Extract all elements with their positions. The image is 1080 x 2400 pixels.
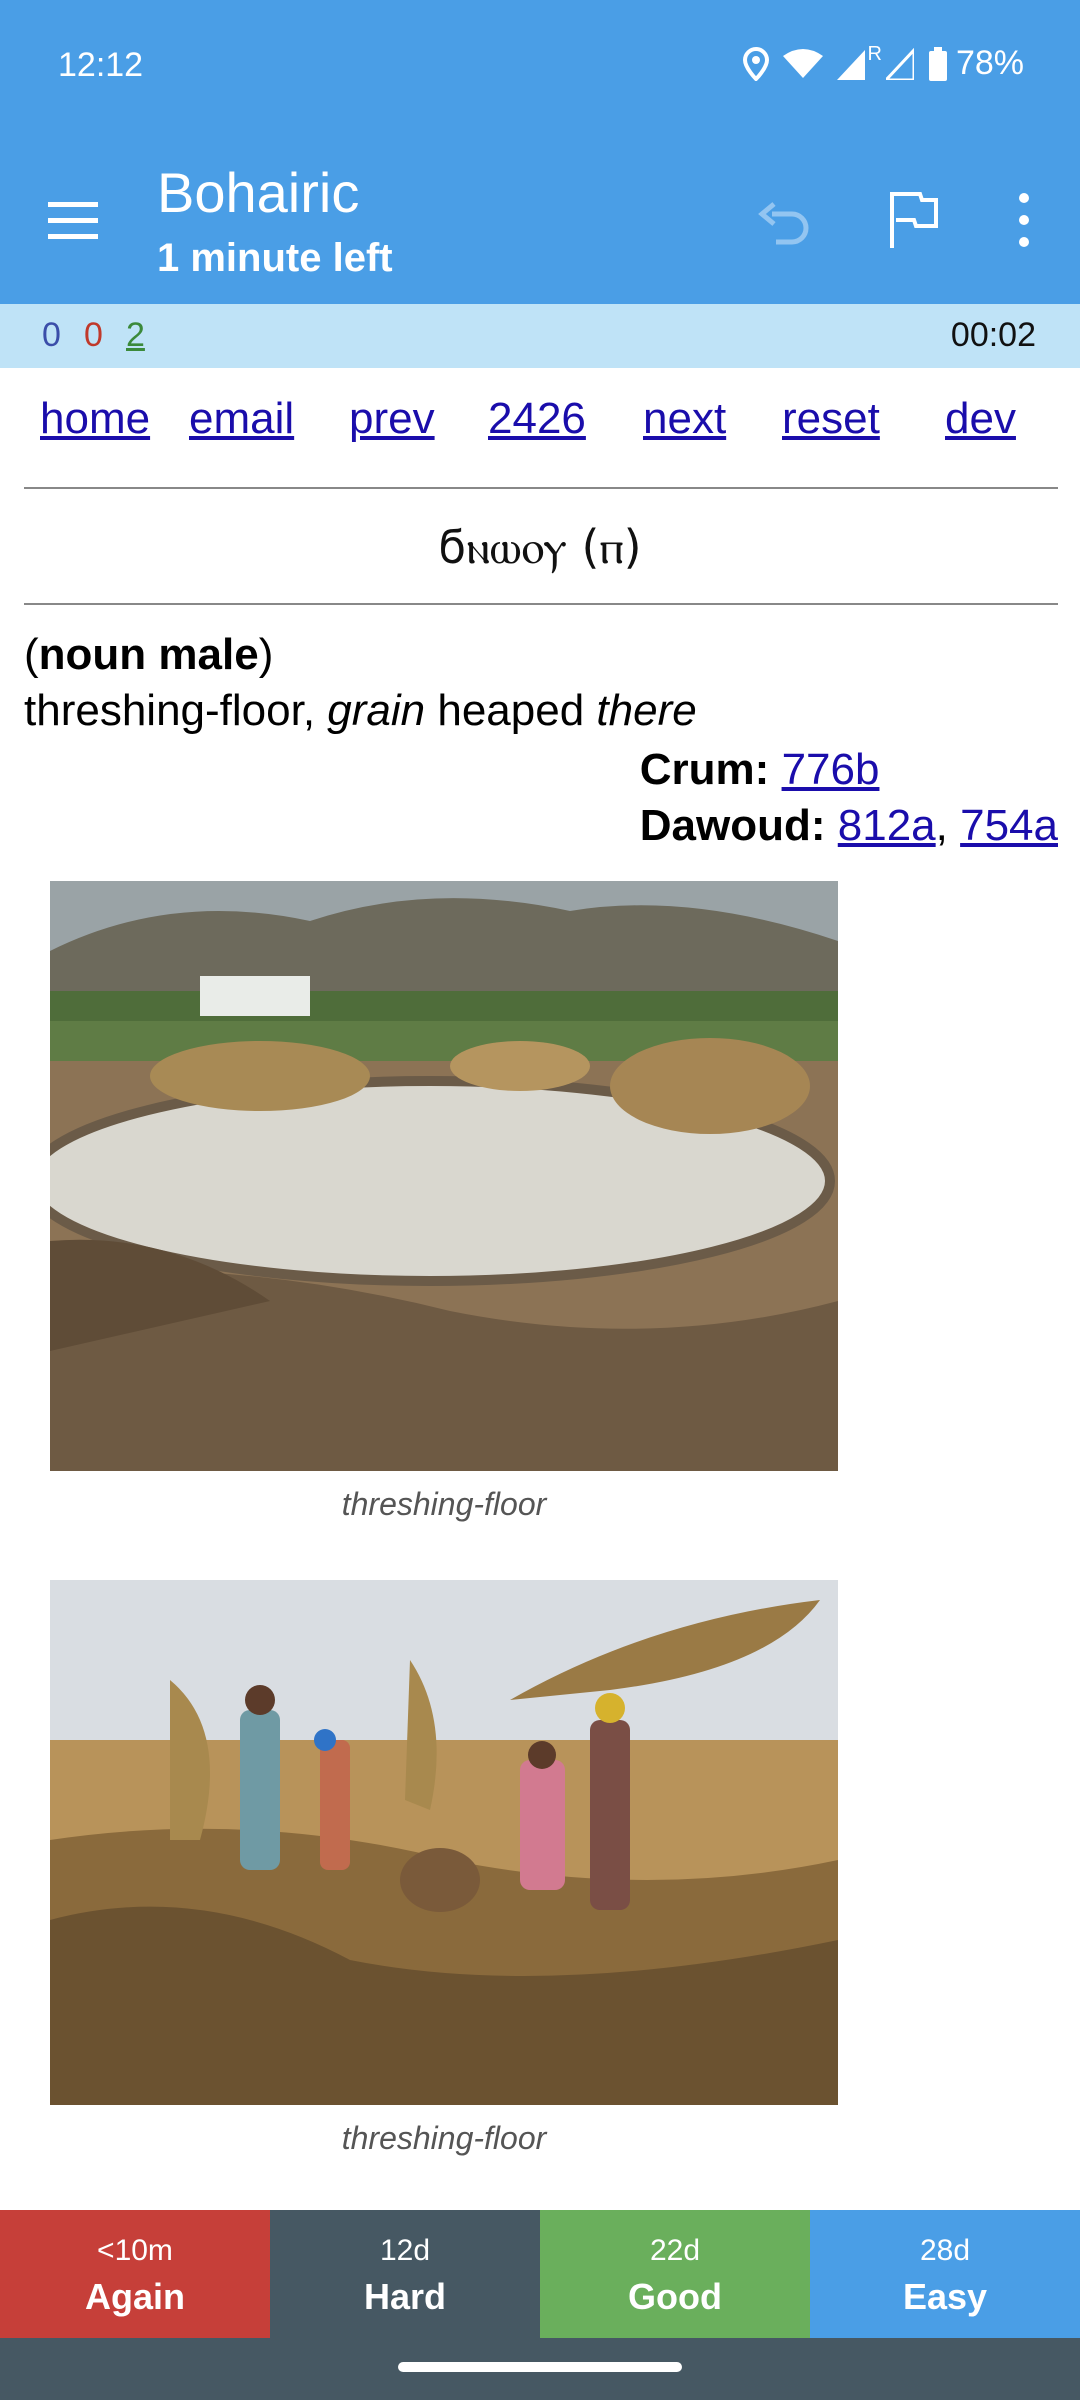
review-count: 2	[126, 316, 145, 354]
definition: threshing-floor, grain heaped there	[24, 686, 697, 735]
system-nav-bar	[0, 2338, 1080, 2400]
status-time: 12:12	[58, 46, 144, 84]
again-interval: <10m	[97, 2234, 173, 2267]
card-nav-links: home email prev 2426 next reset dev	[0, 394, 1080, 464]
dawoud-ref-link[interactable]: 812a	[838, 801, 936, 850]
link-prev[interactable]: prev	[349, 394, 435, 444]
hard-label: Hard	[363, 2276, 447, 2317]
hard-button[interactable]: 12d Hard	[270, 2210, 540, 2338]
photo-caption: threshing-floor	[341, 1486, 547, 1522]
headword: ϭⲛⲱⲟⲩ (ⲡ)	[438, 520, 642, 574]
threshing-floor-photo	[50, 881, 838, 1471]
learn-count: 0	[84, 316, 103, 354]
crum-ref-link[interactable]: 776b	[782, 745, 880, 794]
good-label: Good	[628, 2276, 722, 2317]
again-button[interactable]: <10m Again	[0, 2210, 270, 2338]
crum-label: Crum:	[639, 745, 770, 794]
link-next[interactable]: next	[643, 394, 726, 444]
more-options-icon[interactable]	[1010, 188, 1038, 252]
battery-level: 78%	[955, 44, 1024, 82]
app-bar: Bohairic 1 minute left	[0, 136, 1080, 304]
battery-icon	[928, 46, 947, 81]
threshing-people-photo	[50, 1580, 838, 2105]
time-remaining: 1 minute left	[157, 236, 393, 280]
flag-icon[interactable]	[882, 188, 944, 250]
good-button[interactable]: 22d Good	[540, 2210, 810, 2338]
signal-icon	[837, 49, 866, 80]
menu-icon[interactable]	[40, 190, 108, 250]
counts-bar: 0 0 2 00:02	[0, 304, 1080, 368]
easy-interval: 28d	[919, 2234, 971, 2267]
wifi-icon	[783, 48, 824, 78]
part-of-speech: (noun male)	[24, 630, 274, 679]
link-email[interactable]: email	[189, 394, 294, 444]
undo-icon[interactable]	[752, 192, 816, 256]
hard-interval: 12d	[379, 2234, 431, 2267]
roaming-indicator: R	[867, 43, 882, 65]
good-interval: 22d	[649, 2234, 701, 2267]
card-timer: 00:02	[950, 316, 1036, 354]
easy-label: Easy	[902, 2276, 988, 2317]
dawoud-ref-link[interactable]: 754a	[960, 801, 1058, 850]
dictionary-references: Crum: 776b Dawoud: 812a, 754a	[639, 745, 1058, 850]
home-gesture-handle[interactable]	[398, 2362, 682, 2372]
location-icon	[743, 46, 770, 81]
deck-title: Bohairic	[157, 161, 360, 224]
easy-button[interactable]: 28d Easy	[810, 2210, 1080, 2338]
photo-caption: threshing-floor	[341, 2120, 547, 2156]
status-bar: 12:12 R 78%	[0, 0, 1080, 136]
link-reset[interactable]: reset	[782, 394, 880, 444]
link-card-number[interactable]: 2426	[488, 394, 586, 444]
answer-buttons: <10m Again 12d Hard 22d Good 28d Easy	[0, 2210, 1080, 2338]
dawoud-label: Dawoud:	[639, 801, 826, 850]
divider	[24, 487, 1058, 489]
divider	[24, 603, 1058, 605]
again-label: Again	[84, 2276, 185, 2317]
link-home[interactable]: home	[40, 394, 150, 444]
link-dev[interactable]: dev	[945, 394, 1016, 444]
signal-roaming-icon	[885, 47, 914, 80]
new-count: 0	[42, 316, 61, 354]
